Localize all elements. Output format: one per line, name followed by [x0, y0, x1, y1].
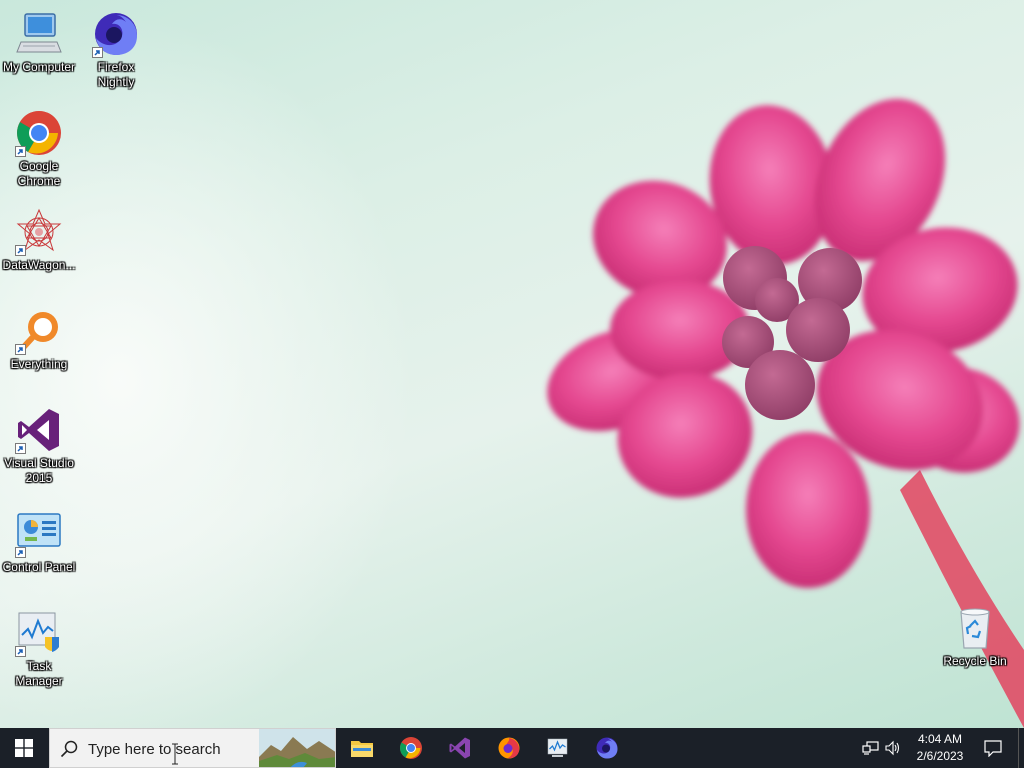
taskbar-chrome[interactable]: [387, 728, 435, 768]
firefox-icon: [498, 737, 520, 759]
taskbar-firefox-nightly[interactable]: [583, 728, 631, 768]
notification-icon: [984, 740, 1002, 757]
desktop-icon-everything[interactable]: Everything: [0, 301, 78, 372]
shortcut-arrow-icon: [15, 646, 26, 657]
start-button[interactable]: [0, 728, 48, 768]
search-placeholder: Type here to search: [88, 741, 221, 758]
task-manager-icon: [15, 609, 63, 657]
desktop-icon-label: Task Manager: [15, 659, 63, 688]
visual-studio-icon: [449, 737, 470, 759]
desktop-icon-datawagon[interactable]: DataWagon...: [0, 202, 78, 273]
show-desktop-button[interactable]: [1018, 728, 1024, 768]
visual-studio-icon: [15, 406, 63, 454]
file-explorer-icon: [351, 741, 373, 757]
desktop-icon-firefox-nightly[interactable]: Firefox Nightly: [77, 4, 155, 90]
volume-icon[interactable]: [884, 740, 902, 756]
desktop-icon-label: Control Panel: [2, 560, 76, 574]
taskbar-file-explorer[interactable]: [338, 728, 386, 768]
desktop-icon-control-panel[interactable]: Control Panel: [0, 504, 78, 575]
everything-search-icon: [15, 307, 63, 355]
shortcut-arrow-icon: [15, 443, 26, 454]
recycle-bin-icon: [951, 604, 999, 652]
taskbar-visual-studio[interactable]: [436, 728, 484, 768]
search-highlight-image: [259, 729, 335, 767]
desktop-icon-task-manager[interactable]: Task Manager: [0, 603, 78, 689]
action-center-button[interactable]: [978, 728, 1008, 768]
windows-logo-icon: [15, 739, 33, 757]
shortcut-arrow-icon: [15, 146, 26, 157]
desktop-icon-label: Google Chrome: [17, 159, 61, 188]
desktop-icon-label: Visual Studio 2015: [4, 456, 74, 485]
chrome-icon: [400, 737, 422, 759]
text-cursor-icon: [172, 743, 178, 765]
desktop-icon-label: Recycle Bin: [943, 654, 1007, 668]
taskbar-search-box[interactable]: Type here to search: [49, 728, 336, 768]
control-panel-icon: [15, 510, 63, 558]
search-icon: [60, 740, 78, 758]
desktop-icon-label: DataWagon...: [2, 258, 76, 272]
desktop-icon-label: Firefox Nightly: [97, 60, 135, 89]
desktop-icon-label: My Computer: [2, 60, 76, 74]
datawagon-icon: [15, 208, 63, 256]
firefox-nightly-icon: [92, 10, 140, 58]
desktop-icon-label: Everything: [10, 357, 68, 371]
shortcut-arrow-icon: [15, 245, 26, 256]
computer-icon: [15, 10, 63, 58]
taskbar-clock[interactable]: 4:04 AM 2/6/2023: [904, 731, 976, 765]
desktop-icon-my-computer[interactable]: My Computer: [0, 4, 78, 75]
taskbar-task-manager[interactable]: [534, 728, 582, 768]
clock-date: 2/6/2023: [916, 749, 964, 763]
shortcut-arrow-icon: [92, 47, 103, 58]
desktop-icon-google-chrome[interactable]: Google Chrome: [0, 103, 78, 189]
desktop-icon-recycle-bin[interactable]: Recycle Bin: [936, 598, 1014, 669]
chrome-icon: [15, 109, 63, 157]
desktop[interactable]: My Computer Firefox Nightly Google Chrom…: [0, 0, 1024, 728]
task-manager-icon: [547, 738, 568, 757]
desktop-icon-visual-studio-2015[interactable]: Visual Studio 2015: [0, 400, 78, 486]
clock-time: 4:04 AM: [917, 732, 963, 746]
taskbar: Type here to search 4:04 AM 2/6/2023: [0, 728, 1024, 768]
firefox-nightly-icon: [596, 737, 618, 759]
shortcut-arrow-icon: [15, 344, 26, 355]
network-icon[interactable]: [862, 740, 880, 756]
taskbar-firefox[interactable]: [485, 728, 533, 768]
shortcut-arrow-icon: [15, 547, 26, 558]
